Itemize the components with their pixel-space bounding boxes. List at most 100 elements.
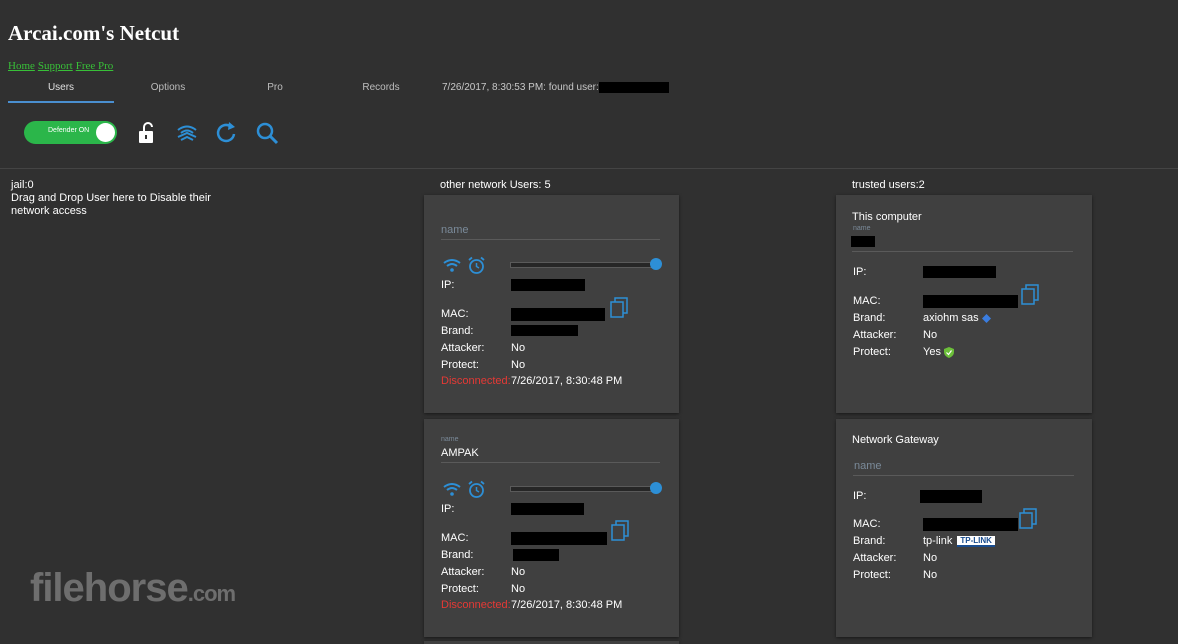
home-link[interactable]: Home (8, 60, 35, 72)
speed-slider[interactable] (510, 482, 662, 494)
mac-value (511, 532, 607, 545)
ip-label: IP: (441, 279, 455, 291)
defender-toggle[interactable]: Defender ON (24, 121, 117, 144)
copy-icon[interactable] (1020, 284, 1040, 306)
name-input[interactable]: name (854, 460, 882, 472)
copy-icon[interactable] (610, 520, 630, 542)
name-underline (441, 239, 660, 240)
slider-thumb[interactable] (650, 258, 662, 270)
jail-dropzone[interactable]: jail:0 Drag and Drop User here to Disabl… (11, 179, 226, 218)
ip-row: IP: (441, 279, 681, 295)
tab-options[interactable]: Options (115, 78, 221, 101)
brand-label: Brand: (441, 549, 474, 561)
brand-label: Brand: (853, 312, 886, 324)
disconnected-label: Disconnected: (441, 375, 511, 387)
brand-row: Brand: (441, 549, 681, 565)
name-value[interactable] (851, 236, 875, 247)
disconnected-row: Disconnected: 7/26/2017, 8:30:48 PM (441, 375, 681, 391)
mac-label: MAC: (853, 295, 881, 307)
trusted-card[interactable]: This computer name IP: MAC: Brand: axiohm… (836, 195, 1092, 413)
card-title: Network Gateway (852, 434, 939, 446)
speed-slider[interactable] (510, 258, 662, 270)
watermark-suffix: .com (187, 581, 236, 606)
copy-icon[interactable] (609, 297, 629, 319)
tp-link-logo: TP-LINK (957, 535, 995, 547)
support-link[interactable]: Support (38, 60, 73, 72)
card-title: This computer (852, 211, 922, 223)
free-pro-link[interactable]: Free Pro (76, 60, 114, 72)
name-input[interactable]: name (441, 224, 469, 236)
name-input[interactable]: AMPAK (441, 447, 479, 459)
brand-row: Brand: tp-link TP-LINK (853, 535, 1093, 551)
attacker-row: Attacker: No (441, 566, 681, 582)
alarm-clock-icon[interactable] (467, 256, 486, 275)
attacker-label: Attacker: (441, 566, 485, 578)
unlock-icon[interactable] (135, 120, 161, 146)
user-card[interactable]: name IP: MAC: Brand: Attacker: No Protect… (424, 195, 679, 413)
protect-row: Protect: No (853, 569, 1093, 585)
tab-pro[interactable]: Pro (222, 78, 328, 101)
mac-label: MAC: (441, 308, 469, 320)
wifi-icon (443, 259, 461, 272)
divider (0, 168, 1178, 169)
mac-value (511, 308, 605, 321)
ip-value (920, 490, 982, 503)
brand-value (511, 325, 578, 336)
attacker-value: No (923, 552, 938, 564)
protect-label: Protect: (853, 346, 891, 358)
ip-label: IP: (853, 490, 867, 502)
mac-row: MAC: (853, 518, 1093, 534)
protect-label: Protect: (441, 359, 479, 371)
brand-value (513, 549, 559, 561)
protect-text: Yes (923, 346, 941, 358)
jail-hint: Drag and Drop User here to Disable their… (11, 192, 211, 217)
protect-value: No (511, 583, 526, 595)
name-underline (441, 462, 660, 463)
protect-row: Protect: Yes (853, 346, 1093, 362)
brand-row: Brand: axiohm sas (853, 312, 1093, 328)
diamond-icon (981, 313, 991, 323)
brand-text: axiohm sas (923, 312, 979, 324)
mac-value (923, 518, 1018, 531)
protect-row: Protect: No (441, 583, 681, 599)
brand-text: tp-link (923, 535, 953, 547)
network-icon[interactable] (174, 120, 200, 146)
ip-row: IP: (441, 503, 681, 519)
refresh-icon[interactable] (214, 120, 240, 146)
trusted-card[interactable]: Network Gateway name IP: MAC: Brand: tp-l… (836, 419, 1092, 637)
mac-label: MAC: (853, 518, 881, 530)
alarm-clock-icon[interactable] (467, 480, 486, 499)
disconnected-time: 7/26/2017, 8:30:48 PM (511, 375, 623, 387)
watermark-main: filehorse (30, 566, 189, 610)
mac-row: MAC: (853, 295, 1093, 311)
protect-value: Yes (923, 346, 955, 358)
attacker-row: Attacker: No (853, 552, 1093, 568)
app-title: Arcai.com's Netcut (8, 21, 180, 45)
mac-label: MAC: (441, 532, 469, 544)
ip-label: IP: (853, 266, 867, 278)
attacker-row: Attacker: No (441, 342, 681, 358)
search-icon[interactable] (254, 120, 280, 146)
name-label: name (853, 225, 871, 232)
disconnected-label: Disconnected: (441, 599, 511, 611)
copy-icon[interactable] (1018, 508, 1038, 530)
disconnected-time: 7/26/2017, 8:30:48 PM (511, 599, 623, 611)
ip-label: IP: (441, 503, 455, 515)
attacker-label: Attacker: (441, 342, 485, 354)
ip-row: IP: (853, 266, 1093, 282)
filehorse-watermark: filehorse.com (30, 566, 236, 611)
mac-row: MAC: (441, 532, 681, 548)
brand-value: tp-link TP-LINK (923, 535, 995, 547)
tab-records[interactable]: Records (328, 78, 434, 101)
attacker-row: Attacker: No (853, 329, 1093, 345)
brand-label: Brand: (441, 325, 474, 337)
attacker-label: Attacker: (853, 552, 897, 564)
mac-row: MAC: (441, 308, 681, 324)
attacker-value: No (511, 342, 526, 354)
name-underline (852, 251, 1073, 252)
user-card[interactable]: name AMPAK IP: MAC: Brand: Attacker: No P… (424, 419, 679, 637)
tab-users[interactable]: Users (8, 78, 114, 103)
ip-value (511, 503, 584, 515)
slider-thumb[interactable] (650, 482, 662, 494)
brand-label: Brand: (853, 535, 886, 547)
